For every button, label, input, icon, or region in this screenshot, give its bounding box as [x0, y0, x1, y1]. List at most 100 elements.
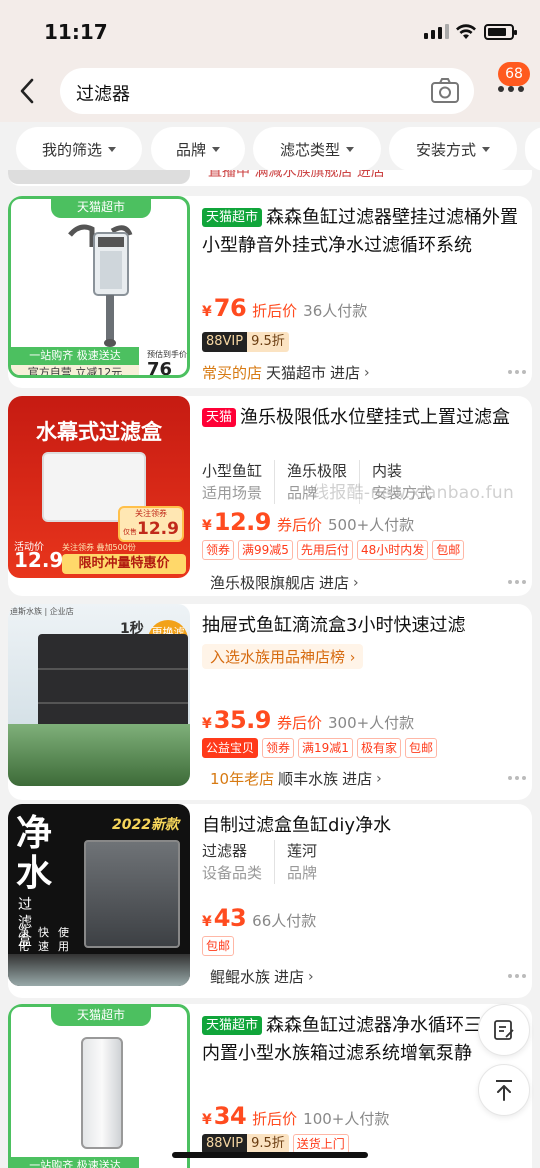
- product-image[interactable]: 2022新款 净水 过滤盒 净化水质 快速培菌 使用方便: [8, 804, 190, 986]
- caret-down-icon: [482, 146, 490, 152]
- enter-shop: 进店: [342, 770, 373, 788]
- service-tag: 先用后付: [296, 540, 353, 560]
- service-tag: 48小时内发: [356, 540, 429, 560]
- service-tag: 领券: [262, 738, 295, 758]
- tmall-badge: 天猫: [202, 408, 237, 427]
- image-top-banner: 天猫超市: [51, 1007, 151, 1026]
- enter-shop: 进店: [319, 574, 350, 592]
- shop-rank-tag[interactable]: 入选水族用品神店榜 ›: [202, 644, 364, 669]
- rank-text: 入选水族用品神店榜: [210, 648, 346, 666]
- image-tag-top: 关注领券: [135, 509, 167, 518]
- product-card[interactable]: 天猫超市 一站购齐 极速送达 天猫超市 森森鱼缸过滤器净水循环三合一内置小型水族箱…: [8, 1004, 532, 1168]
- caret-down-icon: [108, 146, 116, 152]
- more-options-icon[interactable]: [508, 974, 526, 978]
- message-count-badge[interactable]: 68: [498, 62, 530, 86]
- service-tag: 满99减5: [238, 540, 293, 560]
- product-title[interactable]: 天猫 渔乐极限低水位壁挂式上置过滤盒: [202, 404, 524, 432]
- sold-count: 66人付款: [252, 912, 317, 930]
- product-title[interactable]: 抽屉式鱼缸滴流盒3小时快速过滤: [202, 612, 524, 640]
- shop-link[interactable]: 常买的店 天猫超市 进店 ›: [202, 362, 370, 383]
- chevron-right-icon: ›: [376, 770, 382, 787]
- shop-label: 常买的店: [202, 364, 263, 382]
- attribute-value: 莲河: [287, 842, 318, 860]
- wifi-icon: [456, 24, 476, 39]
- filter-cartridge-type[interactable]: 滤芯类型: [253, 127, 381, 171]
- product-card[interactable]: 2022新款 净水 过滤盒 净化水质 快速培菌 使用方便 自制过滤盒鱼缸diy净…: [8, 804, 532, 998]
- signal-icon: [424, 24, 449, 39]
- filter-install-method[interactable]: 安装方式: [389, 127, 517, 171]
- product-title[interactable]: 自制过滤盒鱼缸diy净水: [202, 812, 524, 840]
- product-image[interactable]: 天猫超市 一站购齐 极速送达 官方自营 立减12元 预估到手价 76起: [8, 196, 190, 378]
- chevron-right-icon: ›: [353, 574, 359, 591]
- price-row: ¥ 34 折后价 100+人付款: [202, 1102, 389, 1130]
- back-to-top-button[interactable]: [478, 1064, 530, 1116]
- image-price: 76起: [147, 359, 173, 378]
- product-price: 12.9: [213, 508, 272, 536]
- product-info: 天猫超市 森森鱼缸过滤器壁挂过滤桶外置小型静音外挂式净水过滤循环系统: [202, 196, 524, 260]
- pump-photo: [81, 1037, 123, 1149]
- product-card[interactable]: 天猫超市 一站购齐 极速送达 官方自营 立减12元 预估到手价 76起 天猫超市…: [8, 196, 532, 388]
- more-menu-icon[interactable]: [498, 86, 524, 92]
- chevron-right-icon: ›: [364, 364, 370, 381]
- search-header: 过滤器 68: [0, 60, 540, 122]
- chevron-right-icon: ›: [349, 650, 356, 666]
- filter-my-filters[interactable]: 我的筛选: [16, 127, 142, 171]
- vip-label: 88VIP: [202, 332, 248, 352]
- aquarium-plants: [8, 724, 190, 786]
- currency-symbol: ¥: [202, 304, 212, 320]
- filter-box-photo: [84, 840, 180, 948]
- service-tags: 领券 满99减5 先用后付 48小时内发 包邮: [202, 540, 465, 560]
- product-image[interactable]: 水幕式过滤盒 关注领券 仅售12.9 活动价 12.9 关注领券 叠加500份 …: [8, 396, 190, 578]
- attribute: 小型鱼缸 适用场景: [202, 460, 276, 504]
- price-suffix: 券后价: [276, 714, 322, 732]
- image-top-banner: 天猫超市: [51, 199, 151, 218]
- more-options-icon[interactable]: [508, 370, 526, 374]
- previous-card-peek: 直播中 满减水族旗舰店 进店: [8, 170, 532, 186]
- filter-label: 滤芯类型: [279, 140, 340, 159]
- currency-symbol: ¥: [202, 716, 212, 732]
- product-image[interactable]: 迪斯水族 | 企业店 1秒 更换滤材: [8, 604, 190, 786]
- image-corner: 迪斯水族 | 企业店: [10, 607, 74, 616]
- sold-count: 300+人付款: [327, 714, 415, 732]
- search-input[interactable]: 过滤器: [60, 68, 474, 114]
- service-tag: 包邮: [404, 738, 437, 758]
- more-options-icon[interactable]: [508, 580, 526, 584]
- filter-more[interactable]: [525, 127, 540, 171]
- product-card[interactable]: 迪斯水族 | 企业店 1秒 更换滤材 抽屉式鱼缸滴流盒3小时快速过滤 入选水族用…: [8, 604, 532, 800]
- sold-count: 36人付款: [303, 302, 368, 320]
- service-tag: 领券: [202, 540, 235, 560]
- product-title[interactable]: 天猫超市 森森鱼缸过滤器净水循环三合一内置小型水族箱过滤系统增氧泵静: [202, 1012, 524, 1068]
- attribute: 过滤器 设备品类: [202, 840, 276, 884]
- shop-link[interactable]: 10年老店 顺丰水族 进店 ›: [210, 768, 382, 789]
- caret-down-icon: [212, 146, 220, 152]
- image-headline: 水幕式过滤盒: [36, 420, 162, 444]
- vip-label: 88VIP: [202, 1134, 248, 1154]
- product-price: 43: [213, 904, 247, 932]
- filter-label: 品牌: [175, 140, 206, 159]
- product-info: 自制过滤盒鱼缸diy净水: [202, 804, 524, 840]
- service-tags: 包邮: [202, 936, 235, 956]
- more-options-icon[interactable]: [508, 776, 526, 780]
- product-price: 35.9: [213, 706, 272, 734]
- caret-down-icon: [346, 146, 354, 152]
- shop-link[interactable]: 渔乐极限旗舰店 进店 ›: [210, 572, 359, 593]
- image-big: 净水: [16, 813, 53, 894]
- currency-symbol: ¥: [202, 914, 212, 930]
- product-title[interactable]: 天猫超市 森森鱼缸过滤器壁挂过滤桶外置小型静音外挂式净水过滤循环系统: [202, 204, 524, 260]
- vip-discount: 9.5折: [247, 332, 289, 352]
- image-promo-1: 一站购齐 极速送达: [11, 1157, 139, 1168]
- shop-name: 天猫超市: [266, 364, 327, 382]
- home-indicator[interactable]: [172, 1152, 368, 1158]
- filter-brand[interactable]: 品牌: [151, 127, 245, 171]
- currency-symbol: ¥: [202, 1112, 212, 1128]
- filter-label: 我的筛选: [41, 140, 102, 159]
- feedback-button[interactable]: [478, 1004, 530, 1056]
- chevron-right-icon: ›: [308, 968, 314, 985]
- camera-icon[interactable]: [430, 77, 460, 105]
- product-image[interactable]: 天猫超市 一站购齐 极速送达: [8, 1004, 190, 1168]
- attribute-value: 过滤器: [202, 842, 248, 860]
- service-tag: 包邮: [202, 936, 235, 956]
- back-arrow-icon[interactable]: [16, 76, 38, 106]
- tmall-supermarket-badge: 天猫超市: [202, 208, 263, 227]
- shop-link[interactable]: 鲲鲲水族 进店 ›: [210, 966, 314, 987]
